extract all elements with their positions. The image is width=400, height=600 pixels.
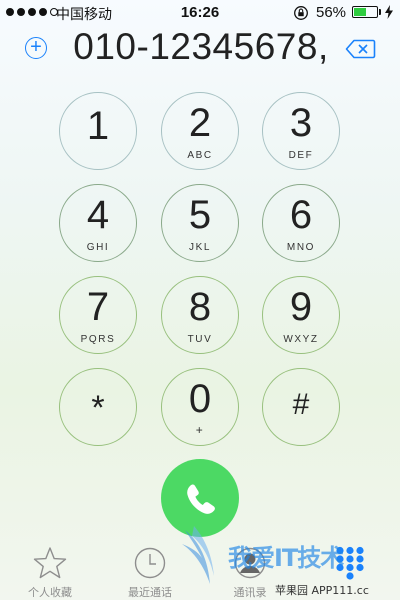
contacts-icon: [234, 547, 266, 579]
key-letters: ABC: [187, 150, 213, 161]
key-0[interactable]: 0 +: [161, 368, 239, 446]
clock-icon: [134, 547, 166, 579]
battery-cap: [379, 9, 381, 15]
status-bar: 中国移动 16:26 56%: [0, 0, 400, 26]
star-icon: [33, 547, 67, 579]
key-3[interactable]: 3 DEF: [262, 92, 340, 170]
tab-recents[interactable]: 最近通话: [100, 540, 200, 600]
key-letters: GHI: [86, 242, 110, 253]
key-letters: +: [195, 423, 205, 437]
key-2[interactable]: 2 ABC: [161, 92, 239, 170]
key-letters: PQRS: [80, 334, 116, 345]
key-digit: 0: [188, 377, 212, 421]
battery-icon: [352, 6, 378, 18]
key-4[interactable]: 4 GHI: [59, 184, 137, 262]
key-digit: *: [91, 389, 105, 427]
battery-percent: 56%: [316, 4, 347, 21]
key-letters: MNO: [286, 242, 316, 253]
key-letters: WXYZ: [283, 334, 319, 345]
key-digit: 5: [188, 193, 212, 237]
tab-bar: 个人收藏 最近通话 通讯录: [0, 540, 400, 600]
keypad-icon: [336, 546, 364, 580]
battery-level-fill: [354, 8, 366, 16]
rotation-lock-icon: [294, 6, 308, 20]
key-hash[interactable]: #: [262, 368, 340, 446]
key-digit: 2: [188, 101, 212, 145]
key-digit: 9: [289, 285, 313, 329]
tab-label: 通讯录: [233, 586, 267, 599]
key-letters: DEF: [288, 150, 314, 161]
phone-icon: [187, 484, 215, 514]
key-digit: 4: [86, 193, 110, 237]
key-letters: JKL: [188, 242, 212, 253]
dialed-number: 010-12345678,: [73, 26, 329, 67]
key-digit: 6: [289, 193, 313, 237]
tab-keypad[interactable]: [300, 540, 400, 600]
key-7[interactable]: 7 PQRS: [59, 276, 137, 354]
delete-backspace-icon[interactable]: [345, 39, 376, 59]
key-star[interactable]: *: [59, 368, 137, 446]
call-button[interactable]: [161, 459, 239, 537]
key-digit: 1: [86, 104, 110, 148]
key-1[interactable]: 1: [59, 92, 137, 170]
add-contact-button[interactable]: +: [25, 37, 47, 59]
tab-favorites[interactable]: 个人收藏: [0, 540, 100, 600]
key-digit: 7: [86, 285, 110, 329]
key-5[interactable]: 5 JKL: [161, 184, 239, 262]
key-letters: TUV: [187, 334, 213, 345]
tab-label: 个人收藏: [28, 586, 72, 599]
key-8[interactable]: 8 TUV: [161, 276, 239, 354]
key-6[interactable]: 6 MNO: [262, 184, 340, 262]
key-digit: 3: [289, 101, 313, 145]
charging-bolt-icon: [385, 5, 393, 19]
key-digit: 8: [188, 285, 212, 329]
tab-label: 最近通话: [128, 586, 172, 599]
tab-contacts[interactable]: 通讯录: [200, 540, 300, 600]
key-digit: #: [292, 388, 310, 421]
key-9[interactable]: 9 WXYZ: [262, 276, 340, 354]
